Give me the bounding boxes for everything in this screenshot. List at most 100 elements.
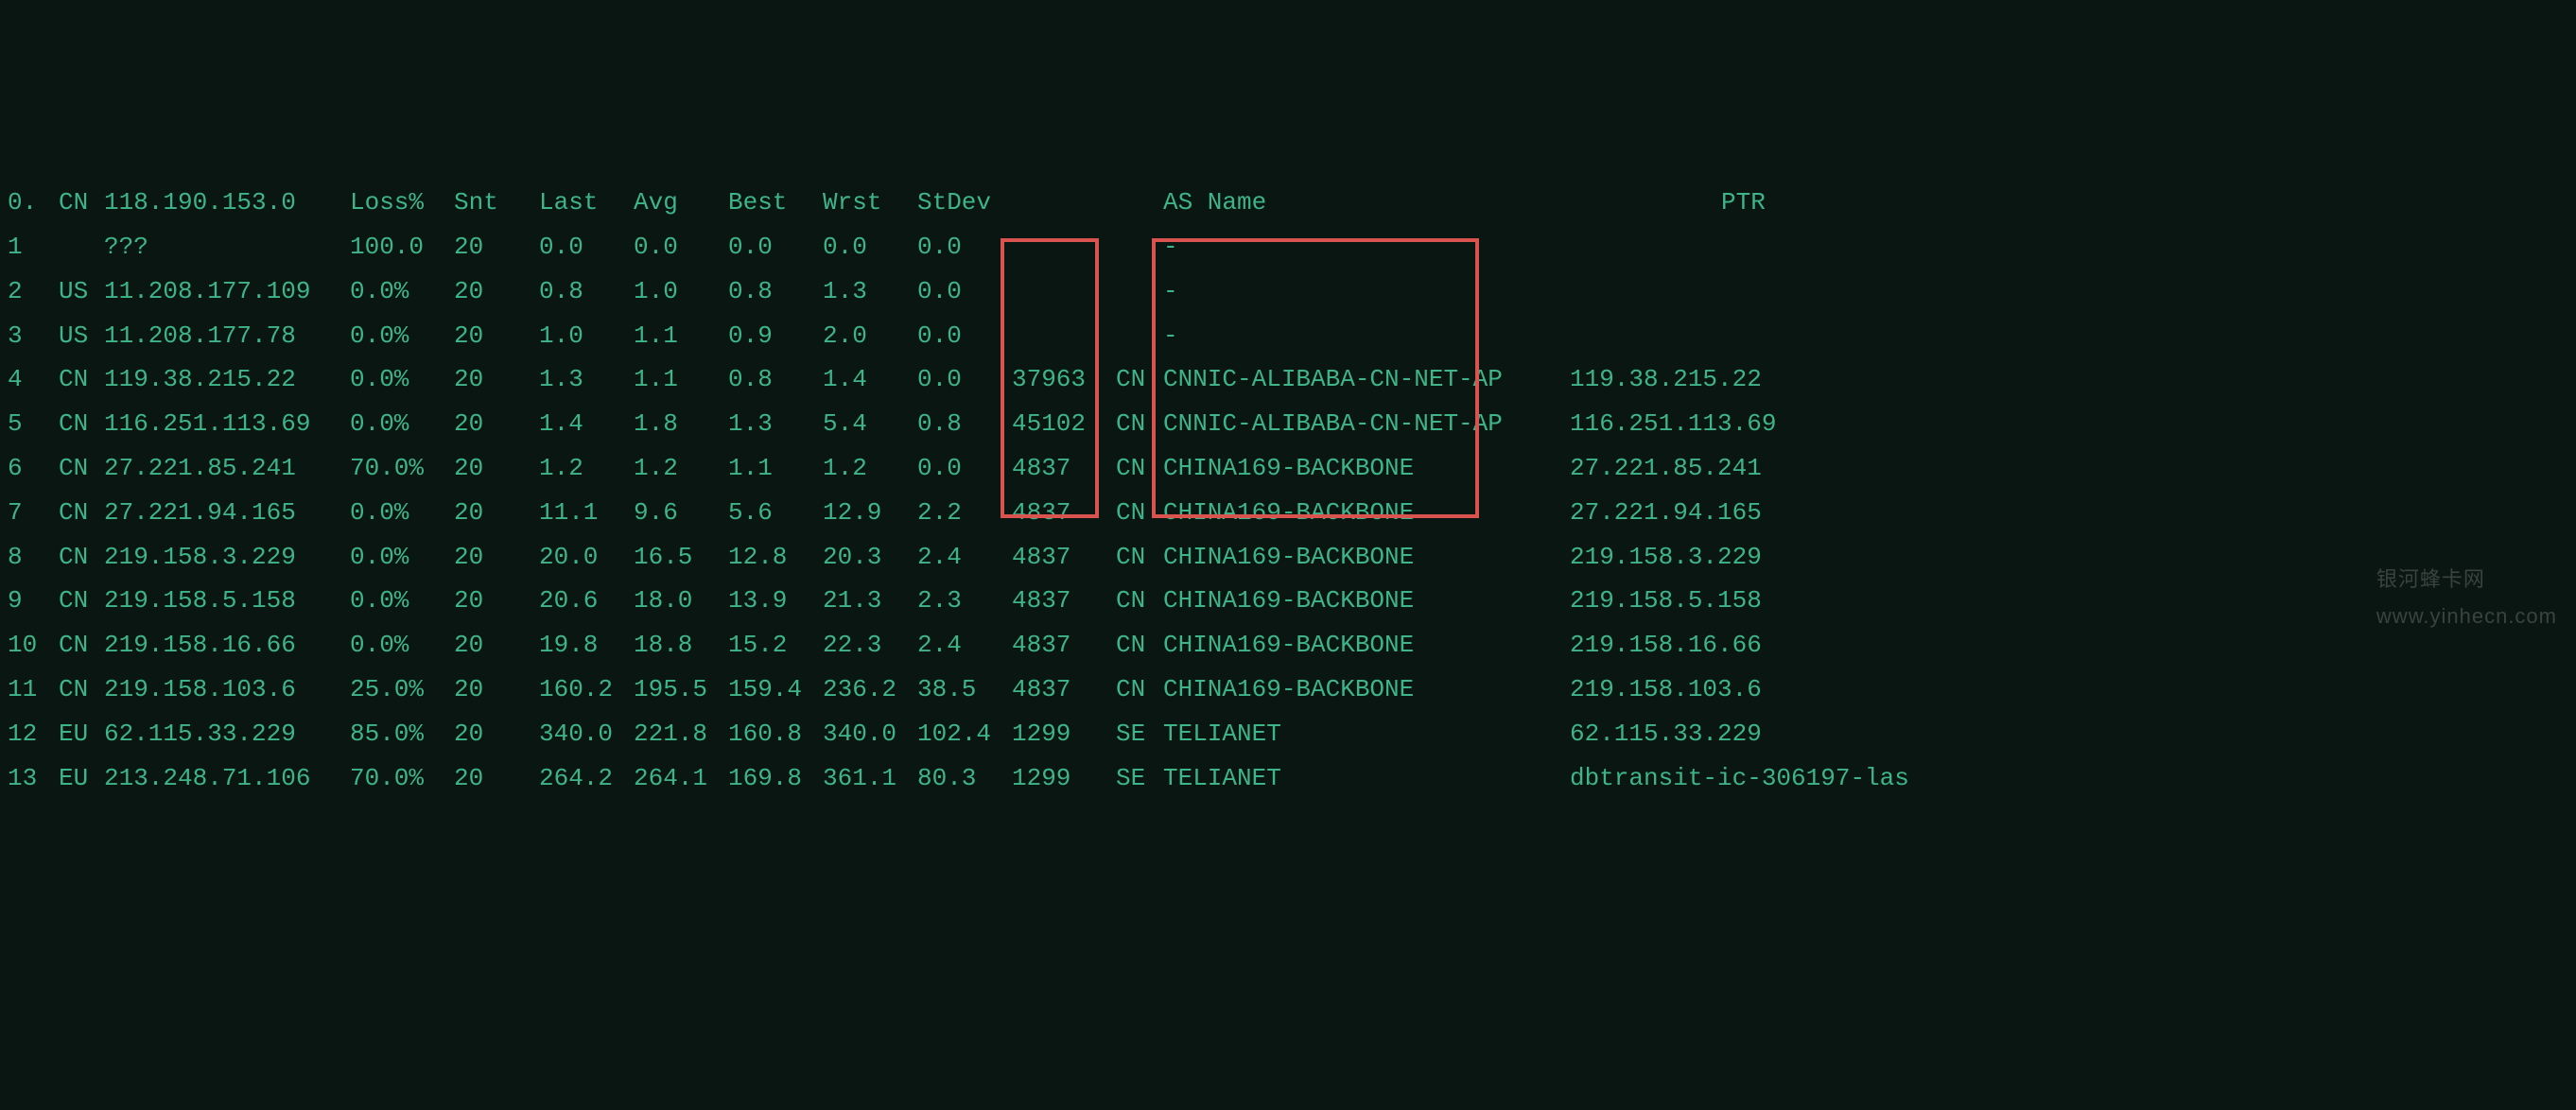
cell-ptr [1570, 269, 2137, 314]
cell-as: 4837 [1012, 535, 1116, 580]
cell-ip: 213.248.71.106 [104, 756, 350, 801]
cell-ascc [1116, 269, 1163, 314]
cell-loss: 85.0% [350, 712, 454, 756]
cell-ptr: 119.38.215.22 [1570, 357, 2137, 402]
cell-last: 0.8 [539, 269, 634, 314]
cell-cc: EU [59, 712, 104, 756]
cell-loss: 70.0% [350, 446, 454, 491]
cell-ptr [1570, 225, 2137, 269]
cell-stdev: 0.0 [917, 314, 1012, 358]
hdr-ip: 118.190.153.0 [104, 181, 350, 225]
hdr-loss: Loss% [350, 181, 454, 225]
cell-best: 0.8 [728, 269, 823, 314]
cell-wrst: 20.3 [823, 535, 917, 580]
table-row: 10CN219.158.16.660.0%2019.818.815.222.32… [8, 623, 2568, 668]
cell-avg: 1.8 [634, 402, 728, 446]
cell-loss: 0.0% [350, 535, 454, 580]
cell-as: 1299 [1012, 756, 1116, 801]
cell-asname: TELIANET [1163, 756, 1570, 801]
cell-wrst: 12.9 [823, 491, 917, 535]
cell-ptr: 219.158.103.6 [1570, 668, 2137, 712]
cell-snt: 20 [454, 579, 539, 623]
cell-ptr: 62.115.33.229 [1570, 712, 2137, 756]
cell-hop: 5 [8, 402, 59, 446]
hdr-hop: 0. [8, 181, 59, 225]
cell-stdev: 2.4 [917, 623, 1012, 668]
cell-hop: 10 [8, 623, 59, 668]
table-row: 5CN116.251.113.690.0%201.41.81.35.40.845… [8, 402, 2568, 446]
cell-wrst: 1.3 [823, 269, 917, 314]
cell-as [1012, 225, 1116, 269]
cell-snt: 20 [454, 446, 539, 491]
cell-snt: 20 [454, 402, 539, 446]
cell-last: 160.2 [539, 668, 634, 712]
cell-loss: 0.0% [350, 623, 454, 668]
cell-cc: EU [59, 756, 104, 801]
cell-ascc: CN [1116, 668, 1163, 712]
cell-wrst: 21.3 [823, 579, 917, 623]
cell-hop: 12 [8, 712, 59, 756]
cell-ip: 219.158.5.158 [104, 579, 350, 623]
cell-cc: CN [59, 402, 104, 446]
cell-ascc: SE [1116, 712, 1163, 756]
cell-wrst: 236.2 [823, 668, 917, 712]
cell-wrst: 361.1 [823, 756, 917, 801]
hdr-as [1012, 181, 1116, 225]
hdr-snt: Snt [454, 181, 539, 225]
table-row: 13EU213.248.71.10670.0%20264.2264.1169.8… [8, 756, 2568, 801]
cell-last: 19.8 [539, 623, 634, 668]
cell-snt: 20 [454, 314, 539, 358]
cell-wrst: 5.4 [823, 402, 917, 446]
cell-avg: 1.1 [634, 314, 728, 358]
cell-best: 5.6 [728, 491, 823, 535]
cell-as: 4837 [1012, 623, 1116, 668]
cell-ip: 27.221.94.165 [104, 491, 350, 535]
hdr-wrst: Wrst [823, 181, 917, 225]
cell-snt: 20 [454, 756, 539, 801]
cell-cc: CN [59, 579, 104, 623]
cell-ip: 116.251.113.69 [104, 402, 350, 446]
watermark: 银河蜂卡网 www.yinhecn.com [2376, 561, 2557, 635]
cell-stdev: 0.0 [917, 446, 1012, 491]
cell-best: 159.4 [728, 668, 823, 712]
cell-cc: CN [59, 535, 104, 580]
cell-stdev: 80.3 [917, 756, 1012, 801]
header-row: 0.CN118.190.153.0Loss%SntLastAvgBestWrst… [8, 181, 2568, 225]
cell-hop: 9 [8, 579, 59, 623]
cell-cc: CN [59, 491, 104, 535]
cell-snt: 20 [454, 535, 539, 580]
cell-last: 1.0 [539, 314, 634, 358]
cell-loss: 100.0 [350, 225, 454, 269]
cell-loss: 0.0% [350, 579, 454, 623]
cell-snt: 20 [454, 225, 539, 269]
cell-ptr: 219.158.3.229 [1570, 535, 2137, 580]
cell-ascc [1116, 314, 1163, 358]
hdr-cc: CN [59, 181, 104, 225]
cell-stdev: 102.4 [917, 712, 1012, 756]
cell-as: 4837 [1012, 446, 1116, 491]
table-row: 12EU62.115.33.22985.0%20340.0221.8160.83… [8, 712, 2568, 756]
cell-as: 4837 [1012, 491, 1116, 535]
cell-asname: - [1163, 314, 1570, 358]
hdr-stdev: StDev [917, 181, 1012, 225]
cell-last: 340.0 [539, 712, 634, 756]
cell-loss: 25.0% [350, 668, 454, 712]
cell-as: 4837 [1012, 668, 1116, 712]
cell-loss: 70.0% [350, 756, 454, 801]
table-row: 7CN27.221.94.1650.0%2011.19.65.612.92.24… [8, 491, 2568, 535]
cell-asname: CHINA169-BACKBONE [1163, 668, 1570, 712]
table-row: 1???100.0200.00.00.00.00.0- [8, 225, 2568, 269]
cell-cc: CN [59, 357, 104, 402]
cell-ptr: 27.221.85.241 [1570, 446, 2137, 491]
cell-asname: - [1163, 269, 1570, 314]
cell-best: 12.8 [728, 535, 823, 580]
hdr-best: Best [728, 181, 823, 225]
cell-ip: 219.158.3.229 [104, 535, 350, 580]
cell-stdev: 2.2 [917, 491, 1012, 535]
hdr-last: Last [539, 181, 634, 225]
cell-best: 0.9 [728, 314, 823, 358]
cell-cc: CN [59, 623, 104, 668]
cell-wrst: 1.4 [823, 357, 917, 402]
cell-cc: CN [59, 446, 104, 491]
cell-hop: 8 [8, 535, 59, 580]
